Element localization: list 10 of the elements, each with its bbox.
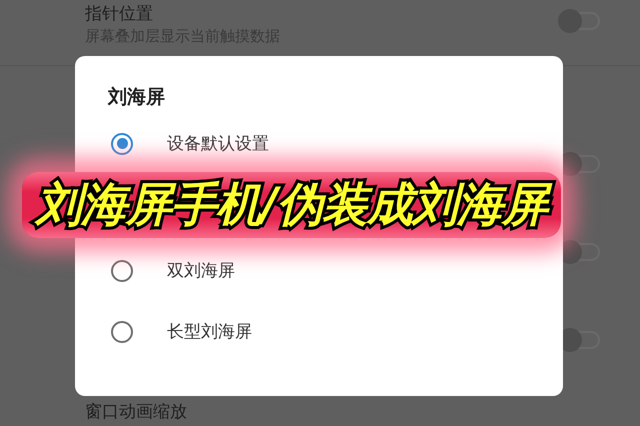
dialog-title: 刘海屏 [108,85,166,110]
radio-button[interactable] [111,320,133,342]
radio-button[interactable] [111,132,133,154]
radio-button[interactable] [111,260,133,282]
option-label[interactable]: 长型刘海屏 [167,320,252,343]
banner-text: 刘海屏手机/伪装成刘海屏 [22,172,561,238]
option-label[interactable]: 双刘海屏 [167,259,235,282]
setting-title: 指针位置 [85,3,154,25]
setting-title: 窗口动画缩放 [85,401,187,423]
option-label[interactable]: 设备默认设置 [167,132,269,155]
